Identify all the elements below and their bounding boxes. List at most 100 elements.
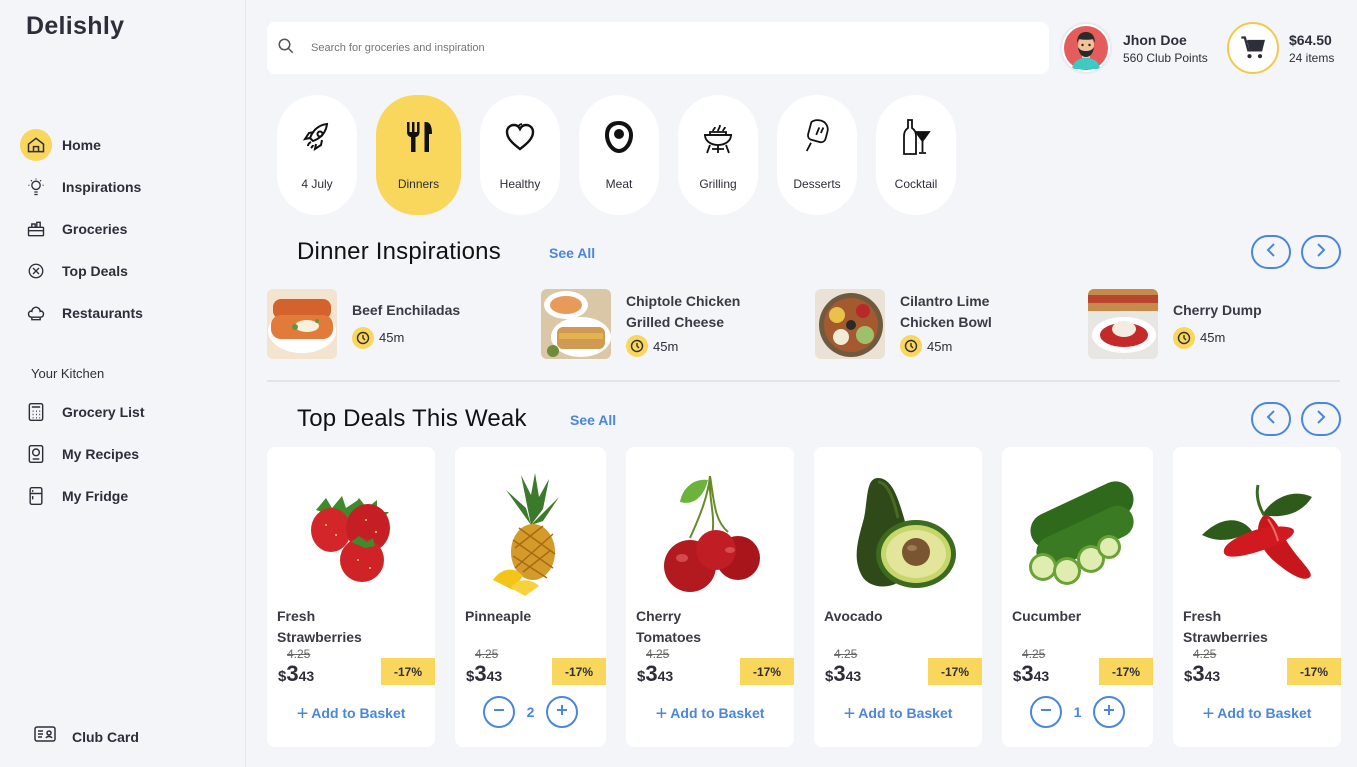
- category-4-july[interactable]: 4 July: [277, 95, 357, 215]
- cart-summary[interactable]: $64.50 24 items: [1227, 22, 1334, 74]
- plus-icon: +: [655, 703, 668, 725]
- price-int: 3: [833, 661, 846, 686]
- nav-item-my-recipes[interactable]: My Recipes: [20, 433, 240, 475]
- add-to-basket-button[interactable]: + Add to Basket: [626, 703, 794, 726]
- category-list: 4 July Dinners Healthy Meat Grilling Des…: [277, 95, 975, 215]
- old-price: 4.25: [646, 647, 670, 661]
- clock-icon: [626, 335, 648, 357]
- sidebar: Delishly Home Inspirations Groceries Top…: [0, 0, 246, 767]
- category-healthy[interactable]: Healthy: [480, 95, 560, 215]
- nav-item-inspirations[interactable]: Inspirations: [20, 166, 240, 208]
- inspirations-next-button[interactable]: [1301, 235, 1341, 269]
- section-label-your-kitchen: Your Kitchen: [31, 366, 105, 381]
- nav-item-grocery-list[interactable]: Grocery List: [20, 391, 240, 433]
- add-to-basket-button[interactable]: + Add to Basket: [1173, 703, 1341, 726]
- nav-item-home[interactable]: Home: [20, 124, 240, 166]
- product-card[interactable]: Cucumber 4.25 $343 -17% 1: [1002, 447, 1153, 747]
- price-cents: 43: [845, 668, 862, 684]
- club-card-link[interactable]: Club Card: [34, 726, 139, 747]
- decrease-button[interactable]: [1029, 696, 1062, 728]
- product-name-line: Cucumber: [1012, 608, 1082, 624]
- product-card[interactable]: Avocado 4.25 $343 -17% + Add to Basket: [814, 447, 982, 747]
- nav-label: Grocery List: [62, 404, 145, 420]
- recipe-name: Cilantro Lime: [900, 293, 990, 309]
- price-cents: 43: [486, 668, 503, 684]
- discount-badge: -17%: [1287, 658, 1341, 685]
- inspirations-title: Dinner Inspirations: [297, 238, 501, 265]
- chevron-left-icon: [1265, 409, 1277, 430]
- price-cents: 43: [1204, 668, 1221, 684]
- increase-button[interactable]: [1093, 696, 1126, 728]
- recipe-time-value: 45m: [653, 338, 679, 354]
- nav-item-restaurants[interactable]: Restaurants: [20, 292, 240, 334]
- nav-item-top-deals[interactable]: Top Deals: [20, 250, 240, 292]
- chevron-right-icon: [1315, 409, 1327, 430]
- recipe-card[interactable]: Cherry Dump 45m: [1088, 289, 1262, 359]
- cocktail-icon: [901, 119, 931, 155]
- price-cents: 43: [657, 668, 674, 684]
- product-name: Pinneaple: [465, 606, 605, 627]
- add-to-basket-label: Add to Basket: [311, 705, 406, 721]
- inspirations-see-all-link[interactable]: See All: [549, 245, 595, 261]
- recipe-name: Chiptole Chicken: [626, 293, 741, 309]
- quantity-value: 2: [526, 704, 535, 720]
- add-to-basket-button[interactable]: + Add to Basket: [814, 703, 982, 726]
- category-dinners[interactable]: Dinners: [376, 95, 461, 215]
- price-int: 3: [645, 661, 658, 686]
- user-profile[interactable]: Jhon Doe 560 Club Points: [1060, 22, 1208, 74]
- discount-badge: -17%: [552, 658, 606, 685]
- category-label: Dinners: [397, 177, 440, 191]
- deals-see-all-link[interactable]: See All: [570, 412, 616, 428]
- category-label: Desserts: [793, 177, 841, 191]
- search-input[interactable]: [311, 42, 911, 54]
- recipe-time-value: 45m: [1200, 330, 1226, 345]
- chef-hat-icon: [20, 297, 52, 329]
- app-logo[interactable]: Delishly: [26, 12, 124, 41]
- inspirations-prev-button[interactable]: [1251, 235, 1291, 269]
- recipe-name: Cherry Dump: [1173, 301, 1262, 318]
- category-grilling[interactable]: Grilling: [678, 95, 758, 215]
- price: $343: [1013, 661, 1049, 687]
- product-card[interactable]: Fresh Strawberries 4.25 $343 -17% + Add to…: [267, 447, 435, 747]
- club-card-label: Club Card: [72, 728, 139, 745]
- category-cocktail[interactable]: Cocktail: [876, 95, 956, 215]
- deals-prev-button[interactable]: [1251, 402, 1291, 436]
- user-name: Jhon Doe: [1123, 31, 1187, 48]
- nav-item-groceries[interactable]: Groceries: [20, 208, 240, 250]
- discount-badge: -17%: [928, 658, 982, 685]
- recipe-card[interactable]: Cilantro Lime Chicken Bowl 45m: [815, 289, 992, 359]
- quantity-value: 1: [1073, 704, 1082, 720]
- increase-button[interactable]: [546, 696, 579, 728]
- user-points: 560 Club Points: [1123, 50, 1208, 65]
- nav-label: Top Deals: [62, 263, 128, 279]
- clock-icon: [900, 335, 922, 357]
- popsicle-icon: [803, 119, 831, 155]
- recipe-card[interactable]: Beef Enchiladas 45m: [267, 289, 460, 359]
- avatar: [1060, 22, 1112, 74]
- product-card[interactable]: Pinneaple 4.25 $343 -17% 2: [455, 447, 606, 747]
- recipe-image: [815, 289, 885, 359]
- price-int: 3: [1021, 661, 1034, 686]
- category-meat[interactable]: Meat: [579, 95, 659, 215]
- product-name: Cucumber: [1012, 606, 1152, 627]
- product-card[interactable]: Cherry Tomatoes 4.25 $343 -17% + Add to Ba…: [626, 447, 794, 747]
- search-bar: [267, 22, 1049, 74]
- plus-icon: [555, 703, 569, 722]
- plus-icon: +: [843, 703, 856, 725]
- category-label: Grilling: [699, 177, 737, 191]
- product-card[interactable]: Fresh Strawberries 4.25 $343 -17% + Add to…: [1173, 447, 1341, 747]
- recipe-card[interactable]: Chiptole Chicken Grilled Cheese 45m: [541, 289, 740, 359]
- recipe-time: 45m: [352, 326, 460, 349]
- category-desserts[interactable]: Desserts: [777, 95, 857, 215]
- discount-badge: -17%: [740, 658, 794, 685]
- nav-item-my-fridge[interactable]: My Fridge: [20, 475, 240, 517]
- decrease-button[interactable]: [482, 696, 515, 728]
- product-name-line: Strawberries: [1183, 629, 1268, 645]
- product-name-line: Cherry: [636, 608, 682, 624]
- deals-next-button[interactable]: [1301, 402, 1341, 436]
- recipe-image: [1088, 289, 1158, 359]
- add-to-basket-button[interactable]: + Add to Basket: [267, 703, 435, 726]
- nav-label: Restaurants: [62, 305, 143, 321]
- old-price: 4.25: [287, 647, 311, 661]
- search-icon: [277, 37, 295, 60]
